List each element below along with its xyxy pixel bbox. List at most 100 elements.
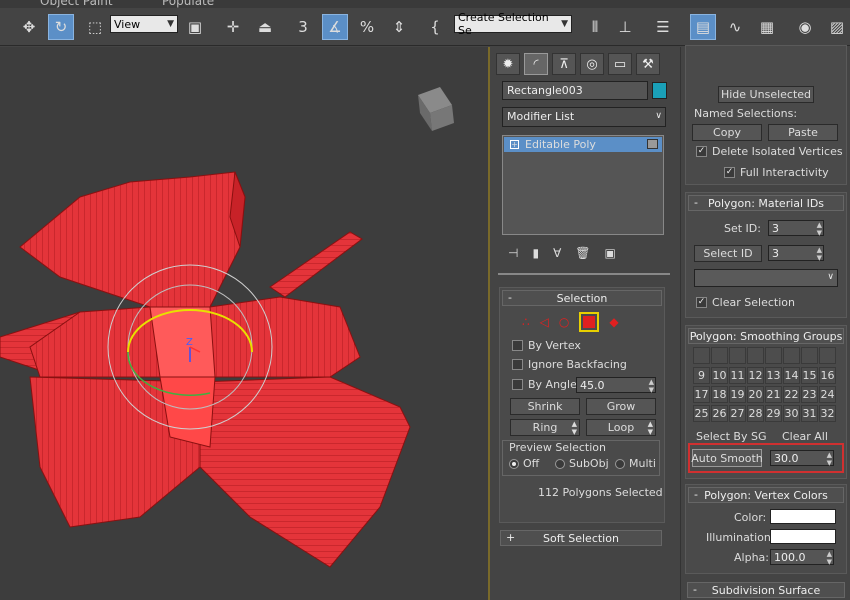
polygon-level-icon[interactable] [579,312,600,332]
select-id-button[interactable]: Select ID [694,245,762,262]
smoothing-group-button[interactable] [693,347,710,364]
vertex-color-swatch[interactable] [770,509,836,524]
copy-button[interactable]: Copy [692,124,762,141]
menu-populate[interactable]: Populate [162,0,214,8]
alpha-spinner[interactable]: 100.0 ▲ ▼ [770,549,834,566]
spinner-arrows-icon[interactable]: ▲ ▼ [817,221,822,237]
select-by-sg-button[interactable]: Select By SG [696,430,767,443]
smoothing-group-31[interactable]: 31 [801,405,818,422]
vertex-level-icon[interactable]: ∴ [522,315,530,329]
smoothing-group-15[interactable]: 15 [801,367,818,384]
object-name-field[interactable]: Rectangle003 [502,81,648,100]
smoothing-group-17[interactable]: 17 [693,386,710,403]
smoothing-group-button[interactable] [711,347,728,364]
vertex-colors-header[interactable]: - Polygon: Vertex Colors [688,487,844,503]
move-icon[interactable]: ✥ [16,14,42,40]
render-setup-icon[interactable]: ▨ [824,14,850,40]
clear-selection-checkbox[interactable]: ✓ [696,297,707,308]
smoothing-groups-header[interactable]: - Polygon: Smoothing Groups [688,328,844,344]
tab-utilities[interactable]: ⚒ [636,53,660,75]
smoothing-group-20[interactable]: 20 [747,386,764,403]
tab-create[interactable]: ✹ [496,53,520,75]
delete-isolated-checkbox[interactable]: ✓ [696,146,707,157]
stack-item-editable-poly[interactable]: + Editable Poly [504,137,662,152]
spinner-arrows-icon[interactable]: ▲ ▼ [572,420,577,436]
schematic-view-icon[interactable]: ▦ [754,14,780,40]
named-selection-set-select[interactable]: Create Selection Se ▼ [454,11,572,37]
spinner-arrows-icon[interactable]: ▲ ▼ [817,246,822,262]
smoothing-group-button[interactable] [747,347,764,364]
show-end-result-icon[interactable]: ▮ [532,246,539,260]
mirror-icon[interactable]: ⫴ [582,14,608,40]
smoothing-group-button[interactable] [819,347,836,364]
percent-snap-icon[interactable]: % [354,14,380,40]
smoothing-group-19[interactable]: 19 [729,386,746,403]
hide-unselected-button[interactable]: Hide Unselected [718,86,814,103]
spinner-arrows-icon[interactable]: ▲ ▼ [648,420,653,436]
smoothing-group-24[interactable]: 24 [819,386,836,403]
by-angle-checkbox[interactable] [512,379,523,390]
smoothing-group-button[interactable] [783,347,800,364]
material-name-dropdown[interactable]: ∨ [694,269,838,287]
smoothing-group-30[interactable]: 30 [783,405,800,422]
spinner-arrows-icon[interactable]: ▲ ▼ [827,451,832,467]
by-angle-spinner[interactable]: 45.0 ▲ ▼ [576,377,656,394]
full-interactivity-checkbox[interactable]: ✓ [724,167,735,178]
view-cube[interactable] [418,87,454,131]
smoothing-group-16[interactable]: 16 [819,367,836,384]
align-icon[interactable]: ⊥ [612,14,638,40]
angle-snap-icon[interactable]: ∡ [322,14,348,40]
grow-button[interactable]: Grow [586,398,656,415]
preview-multi-radio[interactable] [615,459,625,469]
smoothing-group-10[interactable]: 10 [711,367,728,384]
smoothing-group-21[interactable]: 21 [765,386,782,403]
smoothing-group-12[interactable]: 12 [747,367,764,384]
smoothing-group-27[interactable]: 27 [729,405,746,422]
ignore-backfacing-checkbox[interactable] [512,359,523,370]
perspective-viewport[interactable]: Z [0,47,490,600]
rotate-icon[interactable]: ↻ [48,14,74,40]
preview-subobj-radio[interactable] [555,459,565,469]
paste-button[interactable]: Paste [768,124,838,141]
spinner-snap-icon[interactable]: ⇕ [386,14,412,40]
keyboard-shortcut-icon[interactable]: ⏏ [252,14,278,40]
smoothing-group-18[interactable]: 18 [711,386,728,403]
smoothing-group-25[interactable]: 25 [693,405,710,422]
scale-icon[interactable]: ⬚ [82,14,108,40]
by-vertex-checkbox[interactable] [512,340,523,351]
tab-hierarchy[interactable]: ⊼ [552,53,576,75]
ribbon-toggle-icon[interactable]: ▤ [690,14,716,40]
subdivision-surface-header[interactable]: - Subdivision Surface [687,582,845,598]
smoothing-group-22[interactable]: 22 [783,386,800,403]
curve-editor-icon[interactable]: ∿ [722,14,748,40]
smoothing-group-9[interactable]: 9 [693,367,710,384]
smoothing-group-button[interactable] [765,347,782,364]
border-level-icon[interactable]: ○ [559,315,569,329]
edge-level-icon[interactable]: ◁ [540,315,549,329]
reference-coordinate-select[interactable]: View ▼ [110,15,178,33]
tab-motion[interactable]: ◎ [580,53,604,75]
modifier-list-dropdown[interactable]: Modifier List ∨ [502,107,666,127]
menu-object-paint[interactable]: Object Paint [40,0,113,8]
smoothing-group-11[interactable]: 11 [729,367,746,384]
smoothing-group-29[interactable]: 29 [765,405,782,422]
smoothing-group-button[interactable] [801,347,818,364]
selection-rollout-header[interactable]: - Selection [502,290,662,306]
select-manipulate-icon[interactable]: ✛ [220,14,246,40]
smoothing-group-button[interactable] [729,347,746,364]
ring-button[interactable]: Ring ▲ ▼ [510,419,580,436]
shrink-button[interactable]: Shrink [510,398,580,415]
material-ids-header[interactable]: - Polygon: Material IDs [688,195,844,211]
material-editor-icon[interactable]: ◉ [792,14,818,40]
soft-selection-rollout-header[interactable]: + Soft Selection [500,530,662,546]
smoothing-group-13[interactable]: 13 [765,367,782,384]
layer-explorer-icon[interactable]: ☰ [650,14,676,40]
select-id-spinner[interactable]: 3 ▲ ▼ [768,245,824,262]
configure-sets-icon[interactable]: ▣ [605,246,616,260]
make-unique-icon[interactable]: ∀ [553,246,561,260]
smoothing-group-32[interactable]: 32 [819,405,836,422]
smoothing-group-28[interactable]: 28 [747,405,764,422]
object-color-swatch[interactable] [652,82,667,99]
smoothing-group-14[interactable]: 14 [783,367,800,384]
preview-off-radio[interactable] [509,459,519,469]
